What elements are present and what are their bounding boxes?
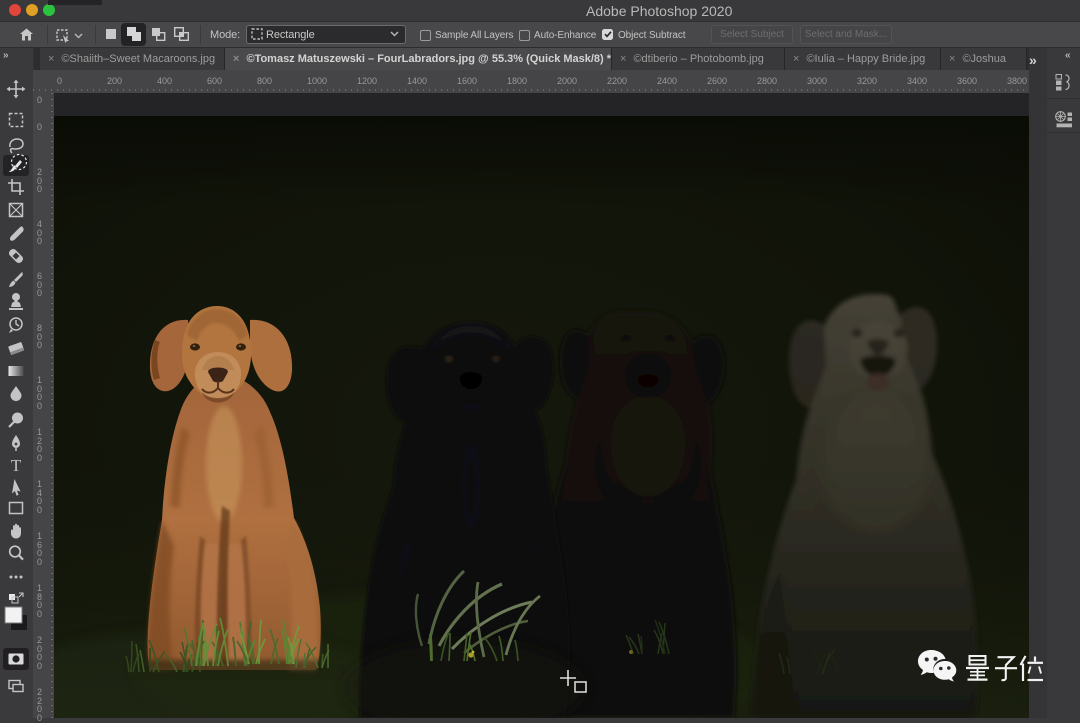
svg-text:T: T (11, 456, 22, 475)
